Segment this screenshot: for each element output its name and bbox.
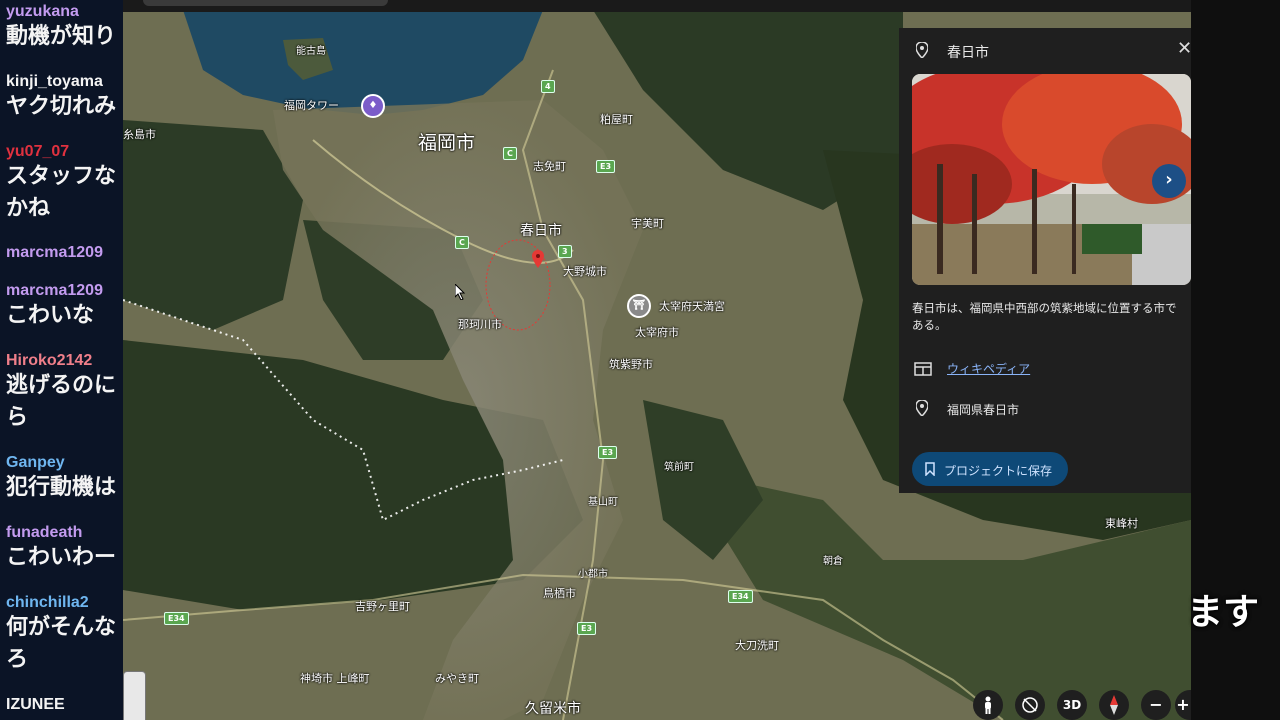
- map-label-dazaifu: 太宰府市: [635, 326, 679, 339]
- chat-text: 動機が知り: [6, 24, 117, 49]
- road-badge: E3: [598, 446, 618, 459]
- wiki-link[interactable]: ウィキペディア: [947, 360, 1030, 377]
- map-label-dazaifu-tenmangu: 太宰府天満宮: [659, 300, 725, 313]
- save-button-label: プロジェクトに保存: [944, 464, 1053, 478]
- map-label-chikuzen: 筑前町: [664, 462, 694, 473]
- chat-message: funadeath こわいわー: [6, 524, 123, 574]
- road-badge: 3: [558, 245, 572, 258]
- map-label-tachiarai: 大刀洗町: [735, 639, 779, 652]
- chat-username[interactable]: IZUNEE: [6, 696, 123, 714]
- minimap-toggle[interactable]: [123, 671, 146, 720]
- description-line: 春日市は、福岡県中西部の筑紫地域に位置する市で: [912, 301, 1177, 315]
- road-badge: E3: [577, 622, 597, 635]
- road-badge: 4: [541, 80, 555, 93]
- compass-icon[interactable]: [1099, 690, 1129, 720]
- chat-username[interactable]: funadeath: [6, 524, 123, 542]
- map-label-kiyama: 基山町: [588, 497, 618, 508]
- chat-text: かね: [6, 196, 51, 221]
- road-badge: E3: [596, 160, 616, 173]
- chat-message: yuzukana 動機が知り: [6, 3, 123, 53]
- toggle-3d-button[interactable]: 3D: [1057, 690, 1087, 720]
- poi-tenmangu-icon[interactable]: ⛩: [627, 294, 651, 318]
- chat-username[interactable]: kinji_toyama: [6, 73, 123, 91]
- road-badge: C: [503, 147, 517, 160]
- browser-topbar: [123, 0, 1191, 12]
- subtitle-overlay: ます: [1187, 592, 1260, 633]
- address-row: 福岡県春日市: [912, 400, 1182, 420]
- stream-screen: yuzukana 動機が知り kinji_toyama ヤク切れみ yu07_07 スタッ…: [0, 0, 1280, 720]
- place-pin-icon: [916, 42, 928, 58]
- place-title: 春日市: [947, 45, 989, 61]
- map-label-yoshinogari: 吉野ヶ里町: [355, 600, 410, 613]
- save-to-project-button[interactable]: プロジェクトに保存: [912, 452, 1068, 486]
- address-text: 福岡県春日市: [947, 403, 1020, 417]
- map-label-asakura: 朝倉: [823, 556, 843, 567]
- no-tilt-icon[interactable]: [1015, 690, 1045, 720]
- chat-message: IZUNEE: [6, 696, 123, 714]
- chat-text: 逃げるのに: [6, 373, 117, 398]
- chat-text: ら: [6, 405, 29, 430]
- map-label-ogori: 小郡市: [578, 569, 608, 580]
- chat-username[interactable]: yuzukana: [6, 3, 123, 21]
- map-label-nakagawa: 那珂川市: [458, 318, 502, 331]
- chat-text: スタッフな: [6, 164, 117, 189]
- chat-message: Hiroko2142 逃げるのにら: [6, 352, 123, 434]
- chat-username[interactable]: yu07_07: [6, 143, 123, 161]
- article-icon: [914, 362, 932, 376]
- map-label-kasuga: 春日市: [520, 223, 562, 239]
- chat-message: Ganpey 犯行動機は: [6, 454, 123, 504]
- map-label-chikushino: 筑紫野市: [609, 358, 653, 371]
- zoom-out-button[interactable]: −: [1141, 690, 1171, 720]
- place-description: 春日市は、福岡県中西部の筑紫地域に位置する市で ある。: [912, 300, 1191, 334]
- chat-panel: yuzukana 動機が知り kinji_toyama ヤク切れみ yu07_07 スタッ…: [0, 0, 123, 720]
- chat-username[interactable]: Ganpey: [6, 454, 123, 472]
- chat-text: ろ: [6, 647, 29, 672]
- map-label-kasuya: 粕屋町: [600, 113, 633, 126]
- chat-message: chinchilla2 何がそんなろ: [6, 594, 123, 676]
- pegman-icon[interactable]: [973, 690, 1003, 720]
- map-label-shime: 志免町: [533, 160, 566, 173]
- address-pin-icon: [916, 400, 928, 416]
- chat-text: ヤク切れみ: [6, 94, 117, 119]
- map-label-itoshima: 糸島市: [123, 128, 156, 141]
- mouse-cursor-icon: [455, 284, 466, 300]
- wiki-link-row[interactable]: ウィキペディア: [912, 360, 1182, 380]
- map-label-kanzaki: 神埼市 上峰町: [300, 672, 370, 685]
- chat-message: marcma1209 こわいな: [6, 282, 123, 332]
- chat-message: kinji_toyama ヤク切れみ: [6, 73, 123, 123]
- map-label-umi: 宇美町: [631, 217, 664, 230]
- map-label-toho: 東峰村: [1105, 517, 1138, 530]
- chat-text: 何がそんな: [6, 615, 117, 640]
- place-info-panel: 春日市 ✕ › 春日市は、福岡県中西部の筑紫地域に位置する市で ある。 ウィキペ…: [899, 28, 1191, 493]
- chat-username[interactable]: Hiroko2142: [6, 352, 123, 370]
- description-line: ある。: [912, 318, 947, 332]
- close-icon[interactable]: ✕: [1177, 38, 1191, 59]
- road-badge: C: [455, 236, 469, 249]
- map-label-miyaki: みやき町: [435, 672, 479, 685]
- road-badge: E34: [728, 590, 753, 603]
- place-photo[interactable]: [912, 74, 1191, 285]
- chat-username[interactable]: marcma1209: [6, 244, 123, 262]
- map-label-kurume: 久留米市: [525, 701, 581, 717]
- chat-message: marcma1209: [6, 244, 123, 262]
- next-photo-button[interactable]: ›: [1152, 164, 1186, 198]
- map-label-onojo: 大野城市: [563, 265, 607, 278]
- bookmark-icon: [925, 462, 935, 476]
- map-label-tower: 福岡タワー: [284, 99, 339, 112]
- chat-text: こわいな: [6, 303, 95, 328]
- map-label-noko: 能古島: [296, 46, 326, 57]
- chat-text: こわいわー: [6, 545, 117, 570]
- poi-tower-icon[interactable]: ♦: [361, 94, 385, 118]
- chat-message: yu07_07 スタッフなかね: [6, 143, 123, 225]
- road-badge: E34: [164, 612, 189, 625]
- chat-username[interactable]: marcma1209: [6, 282, 123, 300]
- chat-text: 犯行動機は: [6, 475, 117, 500]
- chat-username[interactable]: chinchilla2: [6, 594, 123, 612]
- location-pin-icon[interactable]: [532, 250, 544, 270]
- map-label-fukuoka: 福岡市: [418, 132, 476, 154]
- search-bar[interactable]: [143, 0, 388, 6]
- map-label-tosu: 鳥栖市: [543, 587, 576, 600]
